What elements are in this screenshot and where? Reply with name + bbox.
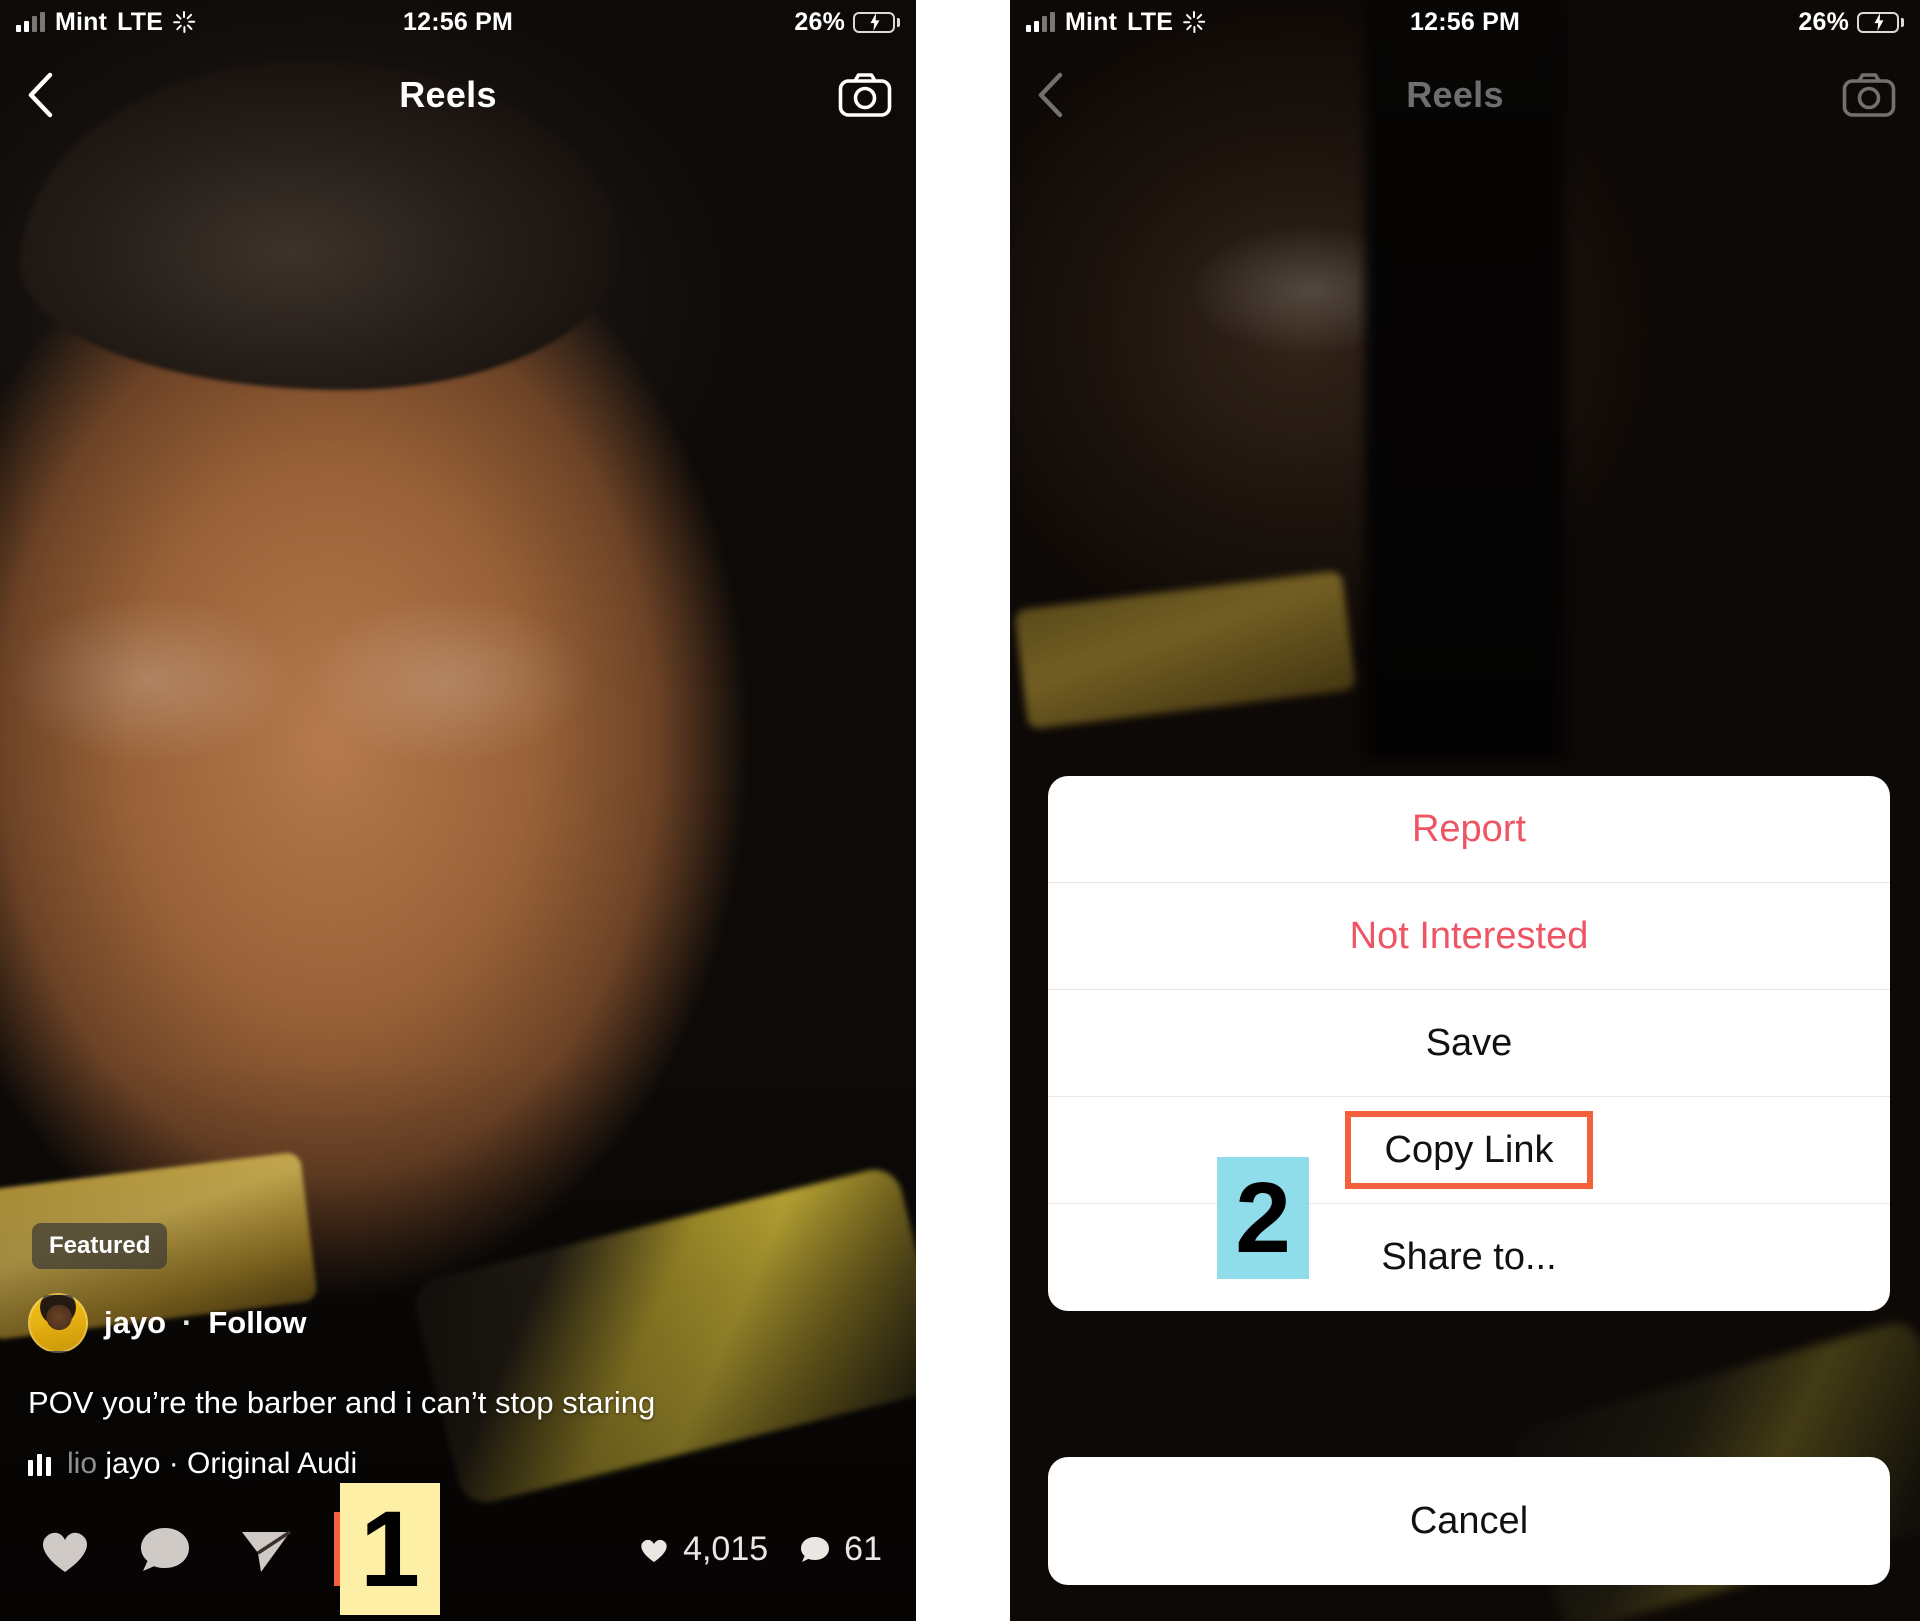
battery-icon (853, 11, 900, 33)
audio-attribution-row[interactable]: lio jayo · Original Audi (28, 1447, 357, 1481)
charging-bolt-icon (1874, 13, 1884, 31)
audio-marquee-text: jayo · Original Audi (105, 1447, 358, 1480)
back-chevron-icon[interactable] (1034, 70, 1068, 120)
battery-icon (1857, 11, 1904, 33)
reel-author-row[interactable]: jayo · Follow (28, 1293, 307, 1353)
annotation-step-1: 1 (340, 1483, 440, 1615)
reel-caption: POV you’re the barber and i can’t stop s… (28, 1384, 656, 1420)
page-title: Reels (399, 74, 497, 115)
action-sheet-item-save[interactable]: Save (1048, 990, 1890, 1097)
comment-count-group: 61 (798, 1530, 882, 1569)
avatar[interactable] (28, 1293, 88, 1353)
like-count-label: 4,015 (683, 1529, 769, 1568)
username-label[interactable]: jayo (104, 1305, 166, 1341)
clock-label: 12:56 PM (403, 7, 513, 36)
decorative-shape (409, 1163, 916, 1509)
engagement-counts: 4,015 61 (637, 1530, 882, 1569)
separator-dot: · (182, 1305, 193, 1340)
featured-badge: Featured (32, 1223, 168, 1269)
status-bar: Mint LTE 12:56 PM 26% (1010, 0, 1920, 44)
battery-percent-label: 26% (1798, 7, 1849, 36)
follow-button[interactable]: Follow (208, 1305, 306, 1341)
left-phone-panel: Mint LTE 12:56 PM 26% Reels Featured jay… (0, 0, 916, 1621)
status-bar-right: 26% (794, 8, 900, 37)
annotation-step-2: 2 (1217, 1157, 1309, 1279)
reel-video-background (0, 0, 916, 1621)
camera-icon[interactable] (838, 72, 892, 118)
back-chevron-icon[interactable] (24, 70, 58, 120)
action-sheet-item-report[interactable]: Report (1048, 776, 1890, 883)
app-header: Reels (1010, 52, 1920, 138)
right-phone-panel: Mint LTE 12:56 PM 26% Reels Report Not I… (1010, 0, 1920, 1621)
action-sheet-item-share-to[interactable]: Share to... (1048, 1204, 1890, 1311)
charging-bolt-icon (870, 13, 880, 31)
reel-action-bar: 4,015 61 (0, 1503, 916, 1595)
audio-label: lio jayo · Original Audi (67, 1447, 357, 1481)
comment-filled-icon (801, 1537, 830, 1562)
action-sheet-item-not-interested[interactable]: Not Interested (1048, 883, 1890, 990)
status-bar-right: 26% (1798, 8, 1904, 37)
clock-label: 12:56 PM (1410, 7, 1520, 36)
camera-icon[interactable] (1842, 72, 1896, 118)
music-note-icon (28, 1452, 51, 1476)
comment-count-label: 61 (844, 1529, 882, 1568)
heart-filled-icon (641, 1539, 667, 1562)
screenshot-stage: Mint LTE 12:56 PM 26% Reels Featured jay… (0, 0, 1920, 1621)
page-title: Reels (1406, 74, 1504, 115)
battery-percent-label: 26% (794, 7, 845, 36)
action-sheet: Report Not Interested Save Copy Link Sha… (1048, 776, 1890, 1311)
audio-marquee-leading: lio (67, 1447, 98, 1480)
share-paper-plane-icon[interactable] (234, 1518, 296, 1580)
comment-bubble-icon[interactable] (134, 1518, 196, 1580)
decorative-shape (1013, 570, 1357, 730)
heart-icon[interactable] (34, 1518, 96, 1580)
action-sheet-item-copy-link[interactable]: Copy Link (1048, 1097, 1890, 1204)
status-bar: Mint LTE 12:56 PM 26% (0, 0, 916, 44)
action-sheet-item-copy-link-label: Copy Link (1384, 1128, 1554, 1171)
cancel-button[interactable]: Cancel (1048, 1457, 1890, 1585)
app-header: Reels (0, 52, 916, 138)
like-count-group: 4,015 (637, 1530, 768, 1569)
